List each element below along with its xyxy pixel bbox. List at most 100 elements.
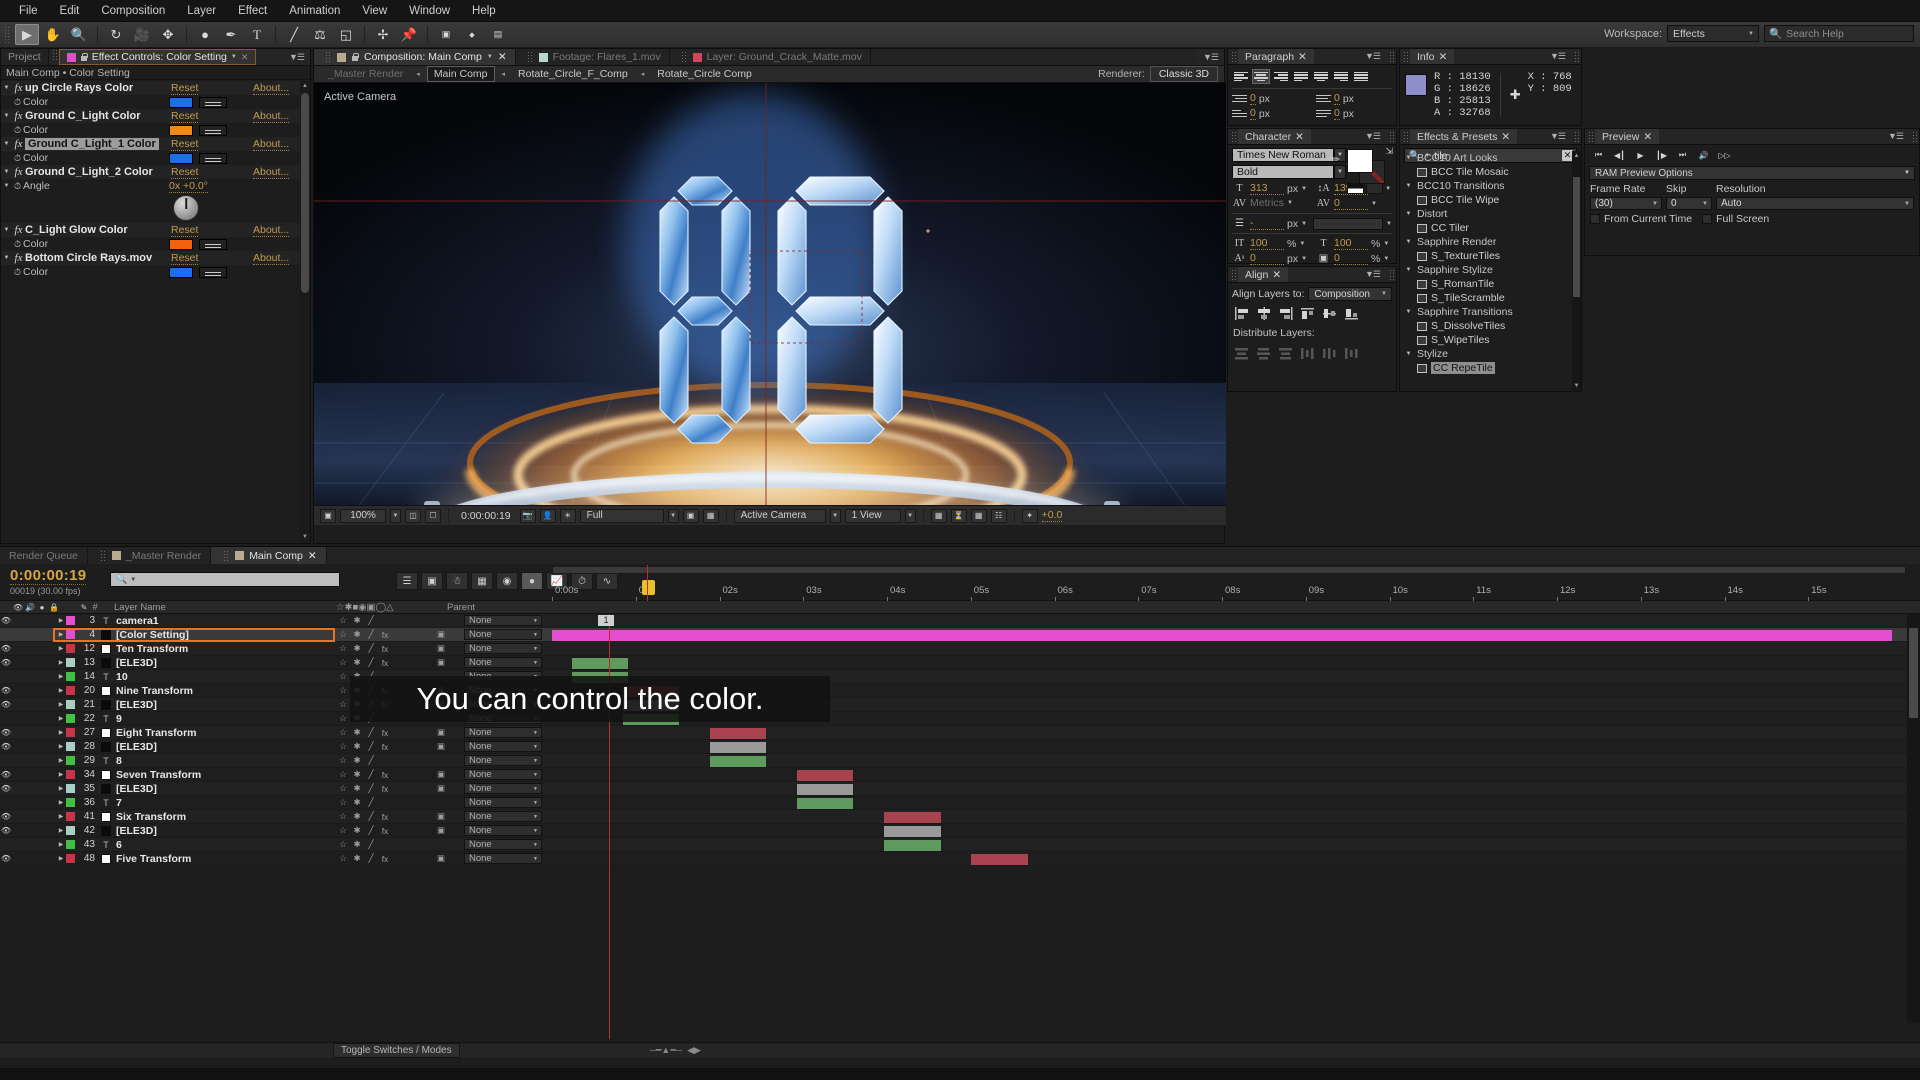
full-screen-checkbox[interactable] [1702,214,1713,224]
timeline-timecode[interactable]: 0:00:00:19 [10,567,87,585]
quality-switch-icon[interactable]: ╱ [364,769,378,780]
timeline-zoom-icon[interactable]: ─━▲━─ ◀▶ [650,1045,701,1056]
close-icon[interactable]: ✕ [308,550,317,562]
layer-name[interactable]: Five Transform [116,853,191,865]
parent-dropdown[interactable]: None [464,783,542,794]
tab-grip[interactable] [223,549,229,562]
shy-switch-icon[interactable]: ☆ [336,783,350,794]
table-row[interactable]: 👁 ▶ 42 [ELE3D] ☆ ✱ ╱ fx ▣ None [0,824,1920,838]
menu-item-file[interactable]: File [8,3,49,19]
indent-first-value[interactable]: 0 [1250,107,1256,120]
shy-switch-icon[interactable]: ☆ [336,685,350,696]
layer-disclosure-icon[interactable]: ▶ [56,799,66,806]
disclosure-triangle-icon[interactable]: ▼ [1403,267,1414,273]
layer-label-swatch[interactable] [66,812,75,821]
exposure-reset-icon[interactable]: ✦ [1021,508,1038,523]
rotation-tool-icon[interactable]: ↻ [104,24,128,45]
horizontal-scale-value[interactable]: 100 [1334,237,1368,250]
breadcrumb-item[interactable]: _Master Render [322,67,409,81]
effect-header[interactable]: ▼ fx Ground C_Light_2 Color Reset About... [1,165,300,179]
effects-list-item[interactable]: BCC Tile Mosaic [1400,165,1572,179]
layer-name[interactable]: [ELE3D] [116,783,157,795]
draft-3d-icon[interactable]: ⏳ [950,508,967,523]
scroll-down-icon[interactable]: ▼ [300,532,310,543]
justify-last-left-icon[interactable] [1292,69,1310,84]
font-style-select[interactable]: Bold ▼ [1232,165,1346,179]
viewport-toggle-b-icon[interactable]: ◆ [460,24,484,45]
layer-name[interactable]: [ELE3D] [116,699,157,711]
table-row[interactable]: 👁 ▶ 28 [ELE3D] ☆ ✱ ╱ fx ▣ None [0,740,1920,754]
stopwatch-icon[interactable]: ⏱ [12,97,23,108]
align-grip[interactable] [1231,268,1236,281]
panel-menu-icon[interactable]: ▼☰ [1359,131,1386,142]
timeline-tab[interactable]: Main Comp ✕ [211,547,327,564]
menu-item-help[interactable]: Help [461,3,507,19]
brush-tool-icon[interactable]: ╱ [282,24,306,45]
justify-last-right-icon[interactable] [1332,69,1350,84]
tab-grip[interactable] [680,51,686,63]
motion-blur-icon[interactable]: ◉ [496,572,518,590]
quality-switch-icon[interactable]: ╱ [364,839,378,850]
selection-tool-icon[interactable]: ▶ [15,24,39,45]
menu-item-layer[interactable]: Layer [176,3,227,19]
layer-name[interactable]: camera1 [116,615,159,627]
quality-switch-icon[interactable]: ╱ [364,783,378,794]
menu-item-window[interactable]: Window [398,3,461,19]
layer-disclosure-icon[interactable]: ▶ [56,771,66,778]
table-row[interactable]: 👁 ▶ 12 Ten Transform ☆ ✱ ╱ fx ▣ None [0,642,1920,656]
effect-header[interactable]: ▼ fx Bottom Circle Rays.mov Reset About... [1,251,300,265]
layer-duration-bar[interactable] [797,797,854,809]
effects-category[interactable]: ▼ Distort [1400,207,1572,221]
scroll-up-icon[interactable]: ▲ [300,81,310,92]
scrollbar-thumb[interactable] [1573,177,1580,297]
layer-duration-bar[interactable] [797,783,854,795]
hide-shy-layers-icon[interactable]: ☃ [446,572,468,590]
layer-disclosure-icon[interactable]: ▶ [56,729,66,736]
pen-tool-icon[interactable]: ✒ [219,24,243,45]
layer-label-swatch[interactable] [66,658,75,667]
chevron-down-icon[interactable]: ▼ [1299,241,1305,247]
draft-3d-toggle-icon[interactable]: ▣ [421,572,443,590]
composition-mini-flowchart-icon[interactable]: ☰ [396,572,418,590]
zoom-level-value[interactable]: 100% [340,508,386,523]
video-toggle-icon[interactable]: 👁 [0,728,12,737]
collapse-switch-icon[interactable]: ✱ [350,741,364,752]
effects-list-item[interactable]: S_TileScramble [1400,291,1572,305]
distribute-bottom-icon[interactable] [1277,346,1295,361]
quality-switch-icon[interactable]: ╱ [364,825,378,836]
layer-disclosure-icon[interactable]: ▶ [56,785,66,792]
vertical-scale-value[interactable]: 100 [1250,237,1284,250]
layer-disclosure-icon[interactable]: ▶ [56,659,66,666]
previous-frame-icon[interactable]: ◀┃ [1611,148,1628,162]
layer-disclosure-icon[interactable]: ▶ [56,687,66,694]
tracking-value[interactable]: 0 [1334,197,1368,210]
layer-disclosure-icon[interactable]: ▶ [56,715,66,722]
tab-effect-controls[interactable]: Effect Controls: Color Setting ▼ ✕ [58,49,257,65]
layer-disclosure-icon[interactable]: ▶ [56,855,66,862]
collapse-switch-icon[interactable]: ✱ [350,811,364,822]
shape-tool-icon[interactable]: ● [193,24,217,45]
close-icon[interactable]: ✕ [1298,51,1307,63]
table-row[interactable]: 👁 ▶ 41 Six Transform ☆ ✱ ╱ fx ▣ None [0,810,1920,824]
layer-duration-bar[interactable] [572,657,629,669]
justify-all-icon[interactable] [1352,69,1370,84]
table-row[interactable]: ▶ 4 [Color Setting] ☆ ✱ ╱ fx ▣ None [0,628,1920,642]
quality-switch-icon[interactable]: ╱ [364,657,378,668]
region-interest-toggle-icon[interactable]: ▣ [682,508,699,523]
layer-name[interactable]: 9 [116,713,122,725]
chevron-down-icon[interactable]: ▼ [130,577,136,583]
three-d-switch-icon[interactable]: ▣ [434,783,448,794]
chevron-down-icon[interactable]: ▼ [1287,200,1293,206]
parent-dropdown[interactable]: None [464,741,542,752]
show-snapshot-icon[interactable]: 👤 [539,508,556,523]
info-grip[interactable] [1403,50,1408,63]
space-before-value[interactable]: 0 [1334,107,1340,120]
layer-disclosure-icon[interactable]: ▶ [56,617,66,624]
effects-switch-icon[interactable]: fx [378,812,392,822]
table-row[interactable]: ▶ 36 T 7 ☆ ✱ ╱ None [0,796,1920,810]
collapse-switch-icon[interactable]: ✱ [350,853,364,864]
indent-left-value[interactable]: 0 [1250,92,1256,105]
layer-duration-bar[interactable] [884,839,941,851]
video-toggle-icon[interactable]: 👁 [0,770,12,779]
layer-label-swatch[interactable] [66,616,75,625]
